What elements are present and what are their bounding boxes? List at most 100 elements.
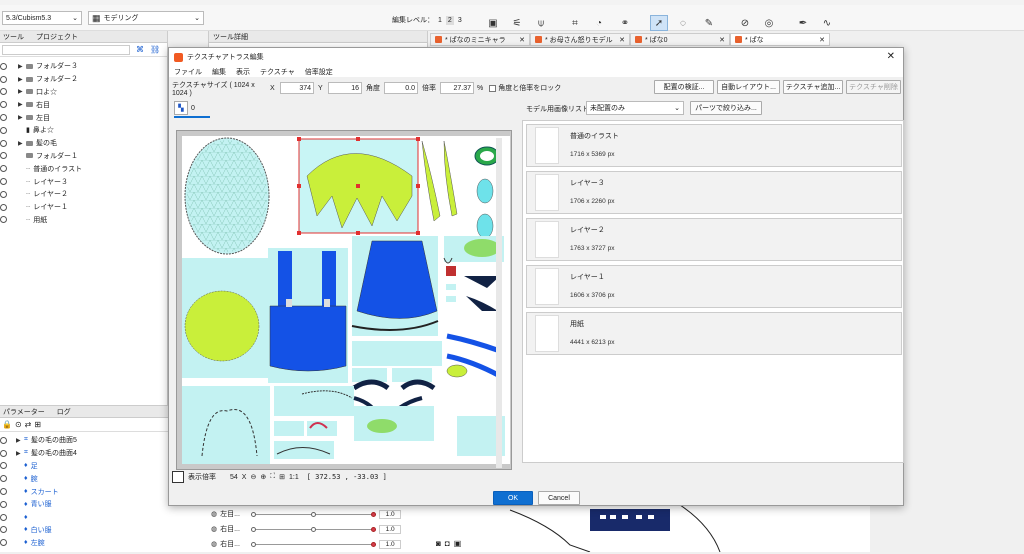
texture-tab-0[interactable]: ▚ 0 bbox=[174, 100, 210, 118]
ok-button[interactable]: OK bbox=[493, 491, 533, 505]
param-slider[interactable] bbox=[251, 526, 377, 532]
expand-icon[interactable]: ▶ bbox=[18, 88, 26, 95]
image-list-item[interactable]: 普通のイラスト 1716 x 5369 px bbox=[526, 124, 902, 167]
close-icon[interactable]: ✕ bbox=[619, 36, 625, 44]
pen-icon[interactable]: ✒ bbox=[794, 15, 812, 31]
tree-row[interactable]: ▮ 鼻よ☆ bbox=[0, 124, 167, 137]
pin-icon[interactable]: ⊘ bbox=[736, 15, 754, 31]
expand-icon[interactable]: ▶ bbox=[16, 437, 24, 444]
eye-icon[interactable] bbox=[0, 178, 7, 186]
expand-icon[interactable]: ▶ bbox=[18, 63, 26, 70]
center-icon[interactable]: ⊞ bbox=[279, 473, 285, 481]
eye-icon[interactable] bbox=[0, 500, 7, 508]
expand-icon[interactable]: ▶ bbox=[16, 450, 24, 457]
filter-icon[interactable]: ⌘ bbox=[136, 45, 144, 54]
tree-row[interactable]: ▶ 口よ☆ bbox=[0, 86, 167, 99]
delete-texture-button[interactable]: テクスチャ削除 bbox=[846, 80, 901, 94]
param-value[interactable]: 1.0 bbox=[379, 509, 402, 519]
tree-row[interactable]: ┄ 普通のイラスト bbox=[0, 162, 167, 175]
eye-icon[interactable]: ◍ bbox=[211, 525, 217, 533]
eye-icon[interactable] bbox=[0, 152, 7, 160]
fit-icon[interactable]: ⛶ bbox=[270, 473, 275, 481]
eye-icon[interactable] bbox=[0, 216, 7, 224]
target-icon[interactable]: ◎ bbox=[760, 15, 778, 31]
close-icon[interactable]: ✕ bbox=[887, 51, 895, 62]
eye-icon[interactable] bbox=[0, 436, 7, 444]
x-input[interactable]: 374 bbox=[280, 82, 314, 94]
doc-tab[interactable]: * ぱな0 ✕ bbox=[630, 33, 730, 46]
video-icon[interactable]: ▣ bbox=[454, 539, 462, 548]
menu-texture[interactable]: テクスチャ bbox=[260, 67, 295, 77]
eye-icon[interactable] bbox=[0, 190, 7, 198]
close-icon[interactable]: ✕ bbox=[819, 36, 825, 44]
lasso-icon[interactable]: ◌ bbox=[674, 15, 692, 31]
menu-scale-setting[interactable]: 倍率設定 bbox=[305, 67, 333, 77]
edit-level-1[interactable]: 1 bbox=[438, 17, 442, 24]
filter-select[interactable]: 未配置のみ ⌄ bbox=[586, 101, 684, 115]
angle-input[interactable]: 0.0 bbox=[384, 82, 418, 94]
atlas-scrollbar[interactable] bbox=[496, 138, 502, 468]
add-texture-button[interactable]: テクスチャ追加... bbox=[783, 80, 843, 94]
expand-icon[interactable]: ▶ bbox=[18, 101, 26, 108]
mode-select[interactable]: ▦ モデリング ⌄ bbox=[88, 11, 204, 25]
atlas-canvas[interactable] bbox=[176, 130, 512, 470]
version-select[interactable]: 5.3/Cubism5.3 ⌄ bbox=[2, 11, 82, 25]
eye-icon[interactable] bbox=[0, 114, 7, 122]
eye-icon[interactable] bbox=[0, 526, 7, 534]
image-list-item[interactable]: レイヤー２ 1763 x 3727 px bbox=[526, 218, 902, 261]
param-slider[interactable] bbox=[251, 511, 377, 517]
eye-icon[interactable] bbox=[0, 101, 7, 109]
auto-mesh-icon[interactable]: ⍦ bbox=[532, 15, 550, 31]
y-input[interactable]: 16 bbox=[328, 82, 362, 94]
image-list-item[interactable]: レイヤー３ 1706 x 2260 px bbox=[526, 171, 902, 214]
expand-icon[interactable]: ▶ bbox=[18, 114, 26, 121]
tree-row[interactable]: フォルダー１ bbox=[0, 150, 167, 163]
lock-checkbox[interactable] bbox=[489, 84, 497, 92]
tree-row[interactable]: ▶ 右目 bbox=[0, 98, 167, 111]
eye-icon[interactable] bbox=[0, 203, 7, 211]
zoom-1to1[interactable]: 1:1 bbox=[289, 474, 299, 481]
param-value[interactable]: 1.0 bbox=[379, 539, 402, 549]
eye-icon[interactable] bbox=[0, 75, 7, 83]
lock-icon[interactable]: 🔒 bbox=[2, 420, 12, 429]
arrow-select-icon[interactable]: ➚ bbox=[650, 15, 668, 31]
search-input[interactable] bbox=[2, 45, 130, 55]
zoom-out-icon[interactable]: ⊖ bbox=[250, 473, 256, 481]
tab-tool[interactable]: ツール bbox=[3, 32, 24, 42]
tree-row[interactable]: ▶ 左目 bbox=[0, 111, 167, 124]
verify-layout-button[interactable]: 配置の検証... bbox=[654, 80, 714, 94]
parts-filter-button[interactable]: パーツで絞り込み... bbox=[690, 101, 762, 115]
image-list-item[interactable]: レイヤー１ 1606 x 3706 px bbox=[526, 265, 902, 308]
tree-row[interactable]: ▶ 髪の毛 bbox=[0, 137, 167, 150]
auto-layout-button[interactable]: 自動レイアウト... bbox=[717, 80, 780, 94]
rotate-deformer-icon[interactable]: ◔ bbox=[590, 15, 608, 31]
camera-icon[interactable]: ◙ bbox=[436, 539, 441, 548]
play-icon[interactable]: ⊙ bbox=[15, 420, 22, 429]
doc-tab[interactable]: * ぱなのミニキャラ ✕ bbox=[430, 33, 530, 46]
doc-tab[interactable]: * ぱな ✕ bbox=[730, 33, 830, 46]
eye-icon[interactable] bbox=[0, 62, 7, 70]
curve-icon[interactable]: ∿ bbox=[818, 15, 836, 31]
eye-icon[interactable] bbox=[0, 126, 7, 134]
param-slider[interactable] bbox=[251, 541, 377, 547]
menu-view[interactable]: 表示 bbox=[236, 67, 250, 77]
expand-icon[interactable]: ▶ bbox=[18, 140, 26, 147]
scale-input[interactable]: 27.37 bbox=[440, 82, 474, 94]
grid-view-icon[interactable]: ▣ bbox=[484, 15, 502, 31]
tree-row[interactable]: ┄ 用紙 bbox=[0, 214, 167, 227]
record-icon[interactable]: ◘ bbox=[445, 539, 450, 548]
edit-level-2[interactable]: 2 bbox=[445, 15, 454, 25]
eye-icon[interactable]: ◍ bbox=[211, 510, 217, 518]
cancel-button[interactable]: Cancel bbox=[538, 491, 580, 505]
eye-icon[interactable] bbox=[0, 88, 7, 96]
param-group-row[interactable]: ♦ bbox=[0, 511, 208, 524]
color-swatch[interactable] bbox=[172, 471, 184, 483]
swap-icon[interactable]: ⇄ bbox=[25, 420, 32, 429]
close-icon[interactable]: ✕ bbox=[519, 36, 525, 44]
param-group-row[interactable]: ♦ 左腕 bbox=[0, 536, 208, 549]
tab-project[interactable]: プロジェクト bbox=[36, 32, 78, 42]
tree-icon[interactable]: ⊞ bbox=[34, 420, 41, 429]
close-icon[interactable]: ✕ bbox=[719, 36, 725, 44]
tab-log[interactable]: ログ bbox=[57, 407, 71, 417]
deformer-icon[interactable]: ⌗ bbox=[566, 15, 584, 31]
